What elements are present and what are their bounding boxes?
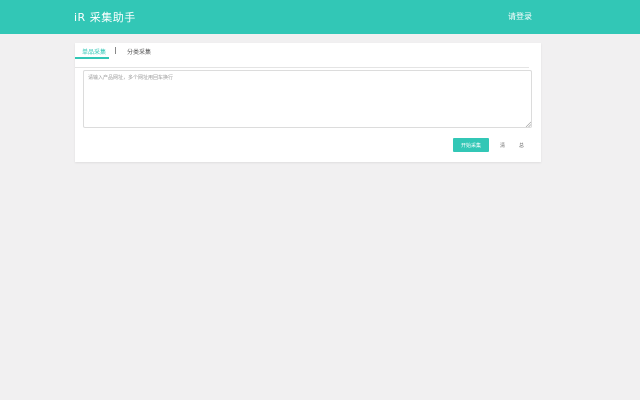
active-tab-indicator xyxy=(75,57,109,59)
top-header: iR 采集助手 请登录 xyxy=(0,0,640,34)
start-collect-button[interactable]: 开始采集 xyxy=(453,138,489,152)
tab-single-collect[interactable]: 单品采集 xyxy=(82,47,106,56)
resize-grip-icon[interactable] xyxy=(525,121,531,127)
tab-category-collect[interactable]: 分类采集 xyxy=(127,47,151,56)
action-link-two[interactable]: 总 xyxy=(519,142,524,149)
tab-separator xyxy=(115,47,116,54)
tab-divider xyxy=(75,67,529,68)
tab-bar: 单品采集 分类采集 xyxy=(75,43,541,59)
action-link-one[interactable]: 清 xyxy=(500,142,505,149)
app-title: iR 采集助手 xyxy=(74,11,136,24)
login-link[interactable]: 请登录 xyxy=(508,11,532,22)
url-input[interactable] xyxy=(83,70,532,128)
